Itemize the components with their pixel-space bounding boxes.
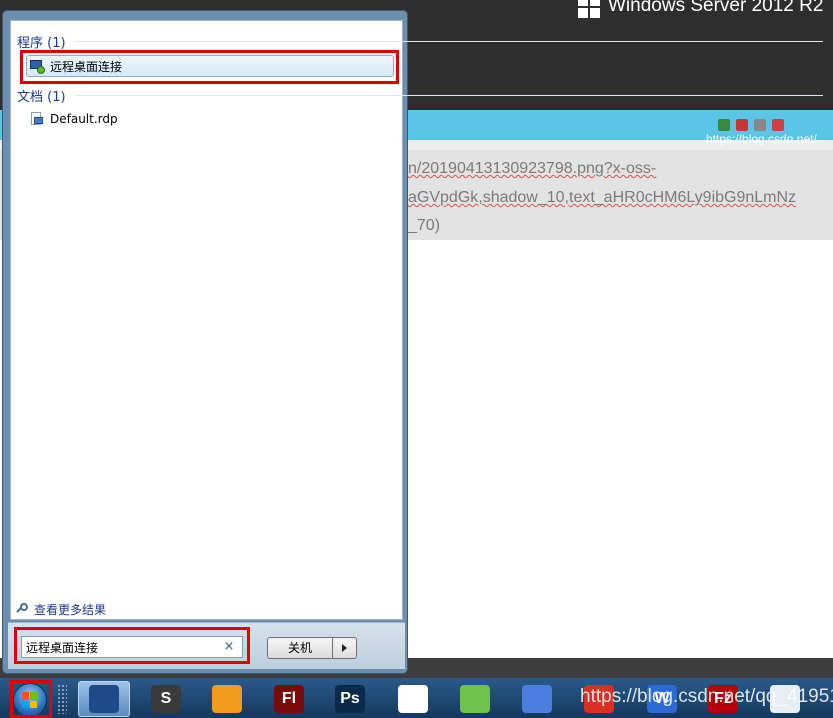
photoshop-icon: Ps bbox=[335, 685, 365, 713]
paper-plane-icon bbox=[522, 685, 552, 713]
documents-heading: 文档 (1) bbox=[17, 90, 66, 105]
windows-logo-icon bbox=[578, 0, 600, 18]
shutdown-options-arrow-icon[interactable] bbox=[333, 637, 357, 659]
watermark-top: https://blog.csdn.net/ bbox=[706, 132, 817, 146]
taskbar-grip[interactable] bbox=[57, 684, 67, 714]
volume-muted-icon[interactable] bbox=[772, 119, 784, 131]
tray-icons bbox=[718, 119, 802, 131]
orange-app-icon bbox=[212, 685, 242, 713]
taskbar-button-app-orange[interactable] bbox=[201, 681, 253, 717]
url-line-3: _70) bbox=[408, 217, 441, 234]
see-more-results-link[interactable]: 查看更多结果 bbox=[16, 601, 107, 618]
network-icon[interactable] bbox=[718, 119, 730, 131]
rdp-file-icon bbox=[30, 112, 44, 126]
keyboard-icon[interactable] bbox=[754, 119, 766, 131]
taskbar-button-sublime-text[interactable]: S bbox=[140, 681, 192, 717]
highlight-remote-desktop-result bbox=[20, 50, 399, 84]
server-brand: Windows Server 2012 R2 bbox=[578, 0, 823, 18]
ime-icon[interactable] bbox=[790, 119, 802, 131]
result-label: Default.rdp bbox=[50, 112, 118, 126]
highlight-start-button bbox=[10, 680, 52, 718]
divider bbox=[75, 95, 823, 96]
watermark-bottom: https://blog.csdn.net/qq_41951130 bbox=[580, 686, 833, 707]
flash-icon: Fl bbox=[274, 685, 304, 713]
server-title: Windows Server 2012 R2 bbox=[608, 0, 824, 16]
taskbar-button-remote-desktop[interactable] bbox=[78, 681, 130, 717]
divider bbox=[75, 41, 823, 42]
shutdown-control: 关机 bbox=[267, 637, 357, 659]
taskbar-button-green-app[interactable] bbox=[449, 681, 501, 717]
taskbar-button-photoshop[interactable]: Ps bbox=[324, 681, 376, 717]
remote-desktop-icon bbox=[89, 685, 119, 713]
highlight-search-box bbox=[14, 627, 250, 664]
taskbar-button-flash[interactable]: Fl bbox=[263, 681, 315, 717]
sublime-icon: S bbox=[151, 685, 181, 713]
search-icon bbox=[16, 603, 30, 616]
green-app-icon bbox=[460, 685, 490, 713]
url-line-1: n/20190413130923798.png?x-oss- bbox=[408, 160, 657, 177]
programs-heading: 程序 (1) bbox=[17, 36, 66, 51]
cloud-icon bbox=[398, 685, 428, 713]
taskbar-button-baidu-netdisk[interactable] bbox=[387, 681, 439, 717]
shutdown-button[interactable]: 关机 bbox=[267, 637, 333, 659]
result-default-rdp[interactable]: Default.rdp bbox=[26, 108, 118, 130]
taskbar-button-feishu[interactable] bbox=[511, 681, 563, 717]
security-icon[interactable] bbox=[736, 119, 748, 131]
url-line-2: aGVpdGk,shadow_10,text_aHR0cHM6Ly9ibG9nL… bbox=[408, 189, 797, 206]
see-more-label: 查看更多结果 bbox=[34, 603, 107, 617]
